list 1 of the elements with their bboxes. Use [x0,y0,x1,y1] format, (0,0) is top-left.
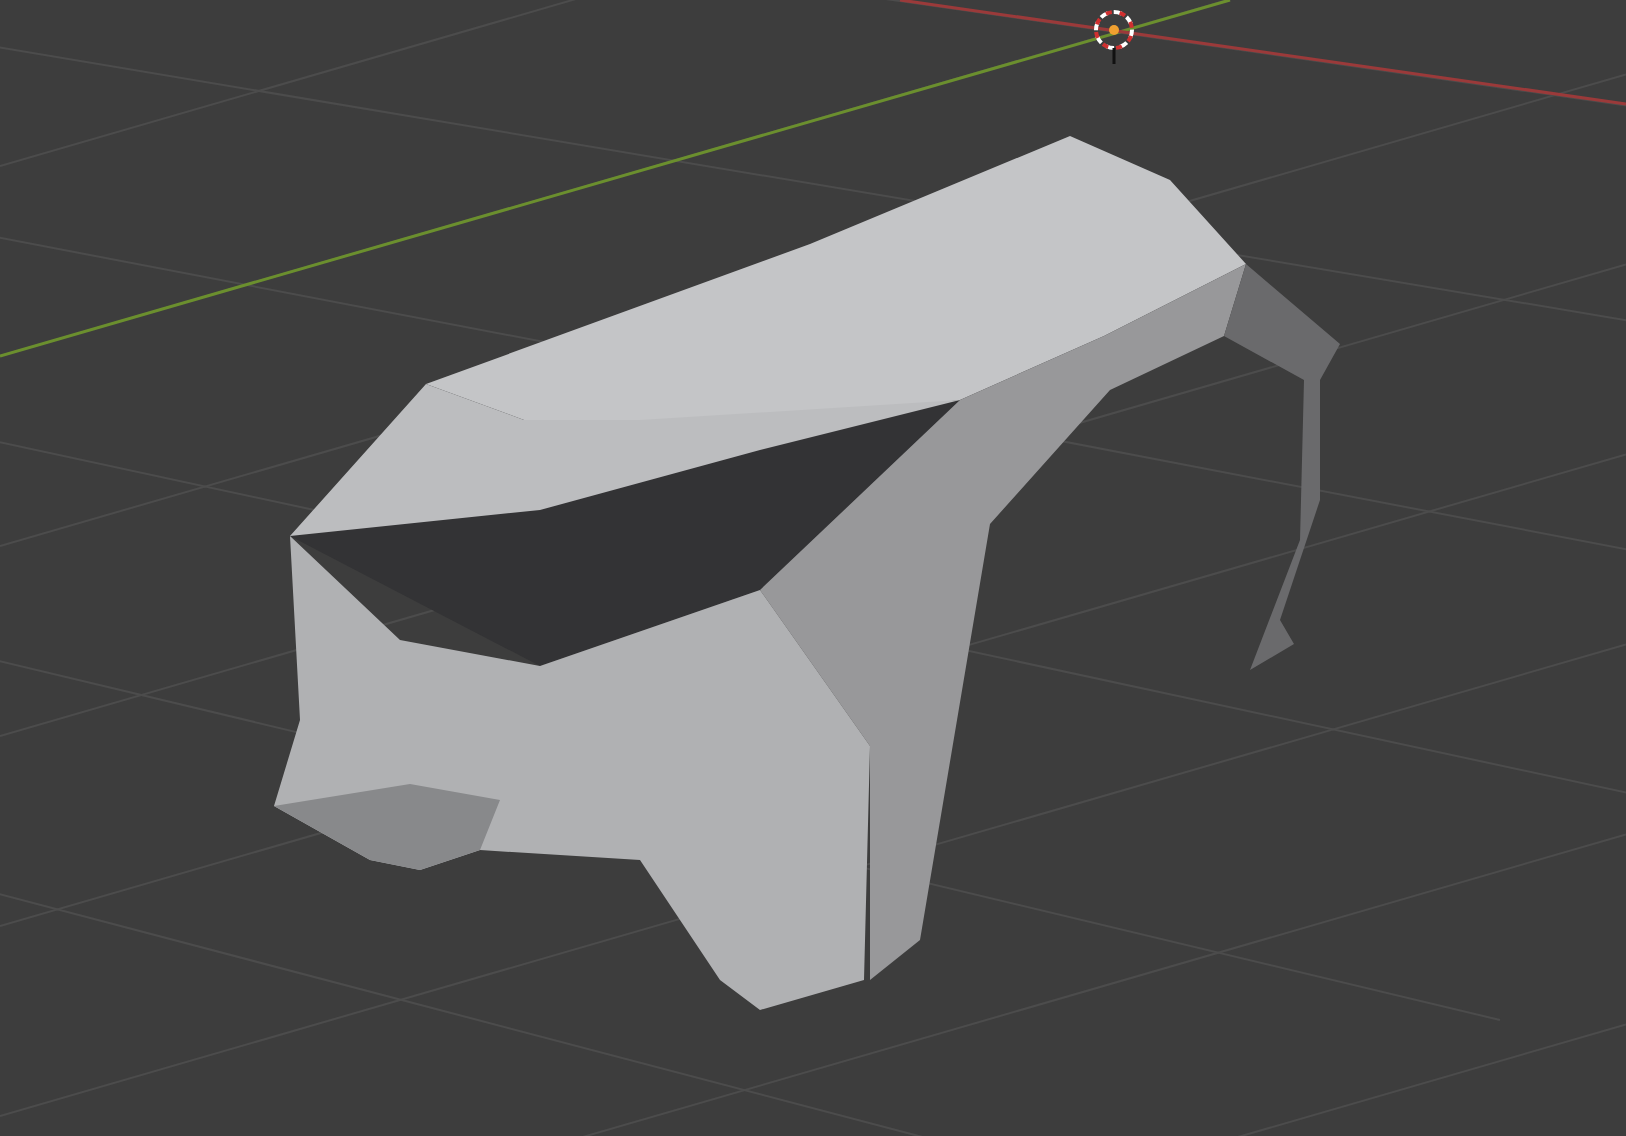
3d-cursor-icon [1094,10,1134,64]
